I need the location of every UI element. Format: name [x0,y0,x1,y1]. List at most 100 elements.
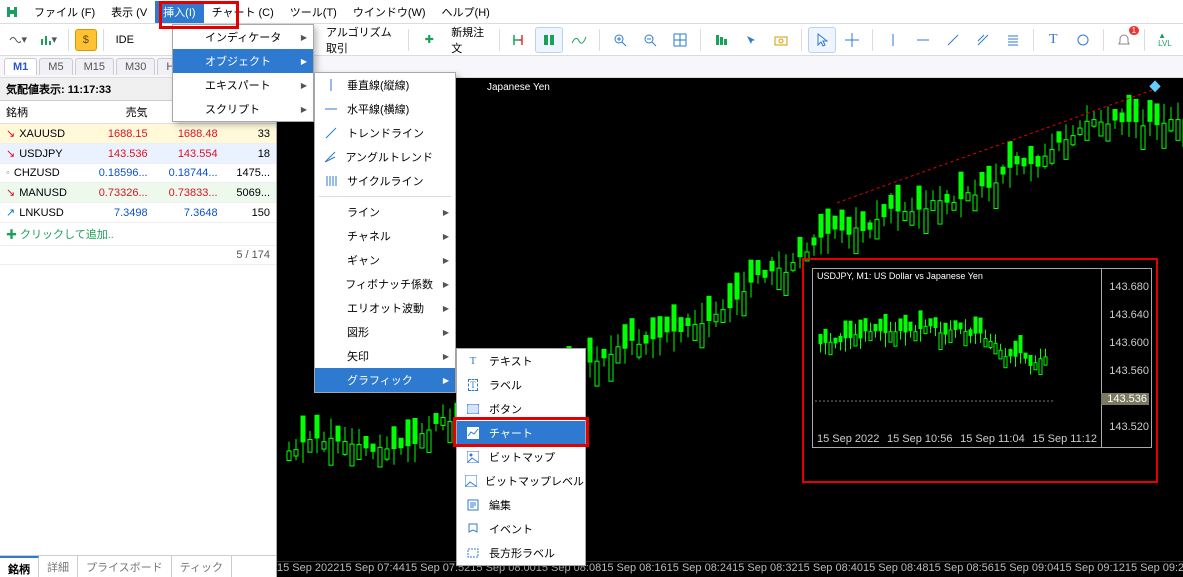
table-row[interactable]: ↘USDJPY143.536143.55418 [0,144,276,164]
menu-item-インディケータ[interactable]: インディケータ [173,25,313,49]
menu-item-チャネル[interactable]: チャネル [315,224,455,248]
mini-chart-priceaxis: 143.680 143.640 143.600 143.560 143.536 … [1102,268,1152,448]
menu-item-ビットマップ[interactable]: ビットマップ [457,445,585,469]
table-row[interactable]: ↗LNKUSD7.34987.3648150 [0,203,276,223]
blank-icon [181,101,197,117]
sb-tab-tick[interactable]: ティック [172,556,232,577]
label-icon: T [465,377,481,393]
tb-lvl-icon[interactable]: ▲LVL [1151,27,1179,53]
table-row[interactable]: ◦CHZUSD0.18596...0.18744...1475... [0,164,276,183]
bitmaplabel-icon [465,473,477,489]
mini-chart[interactable]: USDJPY, M1: US Dollar vs Japanese Yen 15… [812,268,1102,448]
tb-new-order-button[interactable]: 新規注文 [445,27,492,53]
tb-ide-button[interactable]: IDE [110,27,140,53]
blank-icon [323,228,339,244]
tb-line-style-icon[interactable]: ▾ [4,27,32,53]
menu-item-サイクルライン[interactable]: サイクルライン [315,169,455,193]
menu-item-フィボナッチ係数[interactable]: フィボナッチ係数 [315,272,455,296]
event-icon [465,521,481,537]
chart-timeaxis: 15 Sep 202215 Sep 07:4415 Sep 07:5215 Se… [277,561,1183,577]
menu-file[interactable]: ファイル (F) [26,1,103,23]
tb-camera-icon[interactable] [767,27,795,53]
menu-item-イベント[interactable]: イベント [457,517,585,541]
tf-m15[interactable]: M15 [75,58,114,75]
menu-item-エキスパート[interactable]: エキスパート [173,73,313,97]
blank-icon [323,252,339,268]
edit-icon [465,497,481,513]
menu-help[interactable]: ヘルプ(H) [434,1,498,23]
menu-item-矢印[interactable]: 矢印 [315,344,455,368]
tf-m1[interactable]: M1 [4,58,37,75]
add-symbol-row[interactable]: ✚ クリックして追加.. [6,226,270,242]
blank-icon [323,324,339,340]
tb-chart-style-icon[interactable]: ▾ [34,27,62,53]
tb-zoom-in-icon[interactable] [606,27,634,53]
menu-item-ボタン[interactable]: ボタン [457,397,585,421]
tb-fibo-icon[interactable] [999,27,1027,53]
menu-item-水平線(横線)[interactable]: 水平線(横線) [315,97,455,121]
menu-window[interactable]: ウインドウ(W) [345,1,434,23]
menu-item-テキスト[interactable]: Tテキスト [457,349,585,373]
tf-m30[interactable]: M30 [116,58,155,75]
tb-shift-icon[interactable] [505,27,533,53]
graphic-submenu: TテキストTラベルボタンチャートビットマップビットマップレベル編集イベント長方形… [456,348,586,566]
tb-cursor-icon[interactable] [808,27,836,53]
tb-crosshair-icon[interactable] [838,27,866,53]
tb-trendline-icon[interactable] [939,27,967,53]
tb-hline-icon[interactable] [909,27,937,53]
app-icon [4,4,20,20]
blank-icon [323,300,339,316]
tb-oneclick-icon[interactable] [737,27,765,53]
tb-algo-button[interactable]: アルゴリズム取引 [320,27,402,53]
menu-item-図形[interactable]: 図形 [315,320,455,344]
menu-item-垂直線(縦線)[interactable]: 垂直線(縦線) [315,73,455,97]
menu-insert[interactable]: 挿入(I) [155,1,203,23]
tb-zoom-out-icon[interactable] [636,27,664,53]
tb-object-icon[interactable] [1069,27,1097,53]
tb-alert-icon[interactable]: 1 [1110,27,1138,53]
menu-tools[interactable]: ツール(T) [282,1,345,23]
tf-m5[interactable]: M5 [39,58,72,75]
col-symbol[interactable]: 銘柄 [0,101,84,124]
col-bid[interactable]: 売気 [84,101,154,124]
menu-chart[interactable]: チャート (C) [204,1,282,23]
menu-item-トレンドライン[interactable]: トレンドライン [315,121,455,145]
sb-tab-details[interactable]: 詳細 [39,556,78,577]
table-row[interactable]: ↘XAUUSD1688.151688.4833 [0,124,276,144]
bitmap-icon [465,449,481,465]
tb-depth-icon[interactable] [707,27,735,53]
menu-item-アングルトレンド[interactable]: アングルトレンド [315,145,455,169]
menu-item-スクリプト[interactable]: スクリプト [173,97,313,121]
market-watch-tabs: 銘柄 詳細 プライスボード ティック [0,555,276,577]
tb-autoscroll-icon[interactable] [535,27,563,53]
tb-new-order-icon[interactable]: ✚ [415,27,443,53]
mini-chart-candles [815,283,1055,433]
tb-indicator-icon[interactable] [565,27,593,53]
menu-item-チャート[interactable]: チャート [457,421,585,445]
hline-icon [323,101,339,117]
menu-item-ビットマップレベル[interactable]: ビットマップレベル [457,469,585,493]
menu-item-長方形ラベル[interactable]: 長方形ラベル [457,541,585,565]
sb-tab-priceboard[interactable]: プライスボード [78,556,172,577]
menu-item-エリオット波動[interactable]: エリオット波動 [315,296,455,320]
tb-grid-icon[interactable] [666,27,694,53]
quote-table: 銘柄 売気 ↘XAUUSD1688.151688.4833↘USDJPY143.… [0,101,276,265]
vline-icon [323,77,339,93]
sb-tab-symbols[interactable]: 銘柄 [0,556,39,577]
tb-vline-icon[interactable] [879,27,907,53]
menu-item-ライン[interactable]: ライン [315,200,455,224]
menu-item-編集[interactable]: 編集 [457,493,585,517]
blank-icon [323,348,339,364]
menu-item-ギャン[interactable]: ギャン [315,248,455,272]
menu-item-オブジェクト[interactable]: オブジェクト [173,49,313,73]
tb-dollar-icon[interactable]: $ [75,29,97,51]
tb-equi-icon[interactable] [969,27,997,53]
button-icon [465,401,481,417]
menu-view[interactable]: 表示 (V [103,1,155,23]
menu-item-グラフィック[interactable]: グラフィック [315,368,455,392]
table-row[interactable]: ↘MANUSD0.73326...0.73833...5069... [0,183,276,203]
menu-item-ラベル[interactable]: Tラベル [457,373,585,397]
menu-bar: ファイル (F) 表示 (V 挿入(I) チャート (C) ツール(T) ウイン… [0,0,1183,24]
chart-title: Japanese Yen [487,82,550,93]
tb-text-icon[interactable]: T [1039,27,1067,53]
